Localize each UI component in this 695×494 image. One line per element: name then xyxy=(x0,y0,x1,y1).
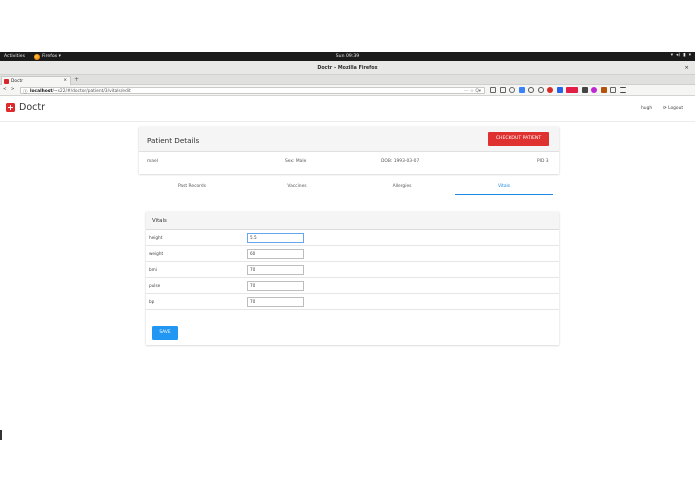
logout-button[interactable]: ⟳ Logout xyxy=(663,106,683,111)
nav-buttons: < > xyxy=(3,87,14,92)
volume-icon: ◂) xyxy=(676,53,681,59)
sidebar-icon[interactable] xyxy=(499,87,506,93)
checkout-patient-button[interactable]: CHECKOUT PATIENT xyxy=(488,132,549,146)
height-input[interactable]: 5.5 xyxy=(247,233,304,243)
doctr-favicon-icon xyxy=(4,78,9,84)
url-text: localhost/~s22/#/doctor/patient/3/vitals… xyxy=(30,89,131,94)
tab-past-records[interactable]: Past Records xyxy=(143,184,241,189)
patient-name: mael xyxy=(147,159,158,164)
library-icon[interactable] xyxy=(490,87,496,93)
text-cursor-mark xyxy=(0,430,2,440)
extension-dark-icon[interactable] xyxy=(581,87,588,93)
tab-vitals[interactable]: Vitals xyxy=(455,184,553,189)
url-host: localhost xyxy=(30,88,53,94)
system-top-bar: Activities Firefox ▾ Sun 09:39 ▾ ◂) ▮ ▾ xyxy=(0,52,695,61)
browser-tab-strip: Doctr × + xyxy=(0,75,695,85)
vital-label: bp xyxy=(149,299,155,304)
vital-label: height xyxy=(149,235,163,240)
extension-red-icon[interactable] xyxy=(547,87,553,93)
toolbar-extensions xyxy=(490,87,626,93)
new-tab-button[interactable]: + xyxy=(74,76,79,83)
patient-dob: DOB: 1993-03-07 xyxy=(381,159,420,164)
vital-label: bmi xyxy=(149,267,157,272)
back-icon[interactable]: < xyxy=(3,87,7,92)
patient-details-title: Patient Details xyxy=(147,136,200,145)
vital-row-bp: bp 70 xyxy=(146,294,559,310)
tab-allergies[interactable]: Allergies xyxy=(353,184,451,189)
url-path: /~s22/#/doctor/patient/3/vitals/edit xyxy=(52,88,131,94)
site-info-icon[interactable]: ⓘ xyxy=(23,89,27,95)
extension-purple-icon[interactable] xyxy=(591,87,597,93)
hamburger-menu-icon[interactable] xyxy=(619,87,626,93)
patient-sex: Sex: Male xyxy=(285,159,307,164)
browser-tab[interactable]: Doctr × xyxy=(1,76,71,85)
extension-shield-icon[interactable] xyxy=(556,87,563,93)
url-bar-actions[interactable]: ⋯ ☆ Q▾ xyxy=(464,89,481,94)
patient-details-header: Patient Details CHECKOUT PATIENT xyxy=(139,127,559,152)
extension-badge-icon[interactable] xyxy=(566,87,578,93)
pulse-input[interactable]: 70 xyxy=(247,281,304,291)
patient-details-card: Patient Details CHECKOUT PATIENT mael Se… xyxy=(139,127,559,174)
vital-label: weight xyxy=(149,251,164,256)
window-title: Doctr – Mozilla Firefox xyxy=(317,65,378,71)
doctr-logo-icon xyxy=(6,103,15,112)
window-close-icon[interactable]: × xyxy=(684,65,689,71)
url-bar[interactable]: ⓘ localhost/~s22/#/doctor/patient/3/vita… xyxy=(20,87,485,95)
screen: Activities Firefox ▾ Sun 09:39 ▾ ◂) ▮ ▾ … xyxy=(0,0,695,494)
app-header xyxy=(0,97,695,122)
vitals-card: Vitals height 5.5 weight 60 bmi 70 pulse… xyxy=(146,212,559,345)
pocket-icon[interactable] xyxy=(509,87,515,93)
chevron-down-icon: ▾ xyxy=(688,53,691,59)
system-tray[interactable]: ▾ ◂) ▮ ▾ xyxy=(671,53,691,58)
extension-circle-icon[interactable] xyxy=(528,87,534,93)
browser-tab-label: Doctr xyxy=(11,78,24,84)
battery-icon: ▮ xyxy=(683,53,686,59)
window-title-bar: Doctr – Mozilla Firefox × xyxy=(0,61,695,75)
vital-label: pulse xyxy=(149,283,161,288)
system-clock[interactable]: Sun 09:39 xyxy=(0,54,695,59)
patient-pid: PID 3 xyxy=(537,159,549,164)
extension-ring-icon[interactable] xyxy=(537,87,544,93)
tab-vaccines[interactable]: Vaccines xyxy=(248,184,346,189)
extension-blue-icon[interactable] xyxy=(518,87,525,93)
user-name[interactable]: hugh xyxy=(641,106,652,111)
active-tab-indicator xyxy=(455,194,553,196)
weight-input[interactable]: 60 xyxy=(247,249,304,259)
bp-input[interactable]: 70 xyxy=(247,297,304,307)
forward-icon[interactable]: > xyxy=(11,87,15,92)
vital-row-weight: weight 60 xyxy=(146,246,559,262)
vital-row-height: height 5.5 xyxy=(146,230,559,246)
vitals-title: Vitals xyxy=(152,218,167,224)
vital-row-bmi: bmi 70 xyxy=(146,262,559,278)
extension-square-icon[interactable] xyxy=(610,87,616,93)
bmi-input[interactable]: 70 xyxy=(247,265,304,275)
extension-brown-icon[interactable] xyxy=(600,87,607,93)
browser-nav-bar: < > ⓘ localhost/~s22/#/doctor/patient/3/… xyxy=(0,85,695,96)
app-brand[interactable]: Doctr xyxy=(19,102,45,113)
save-button[interactable]: SAVE xyxy=(152,326,178,340)
network-icon: ▾ xyxy=(670,53,674,59)
tab-close-icon[interactable]: × xyxy=(63,78,67,83)
vitals-header: Vitals xyxy=(146,212,559,230)
vital-row-pulse: pulse 70 xyxy=(146,278,559,294)
